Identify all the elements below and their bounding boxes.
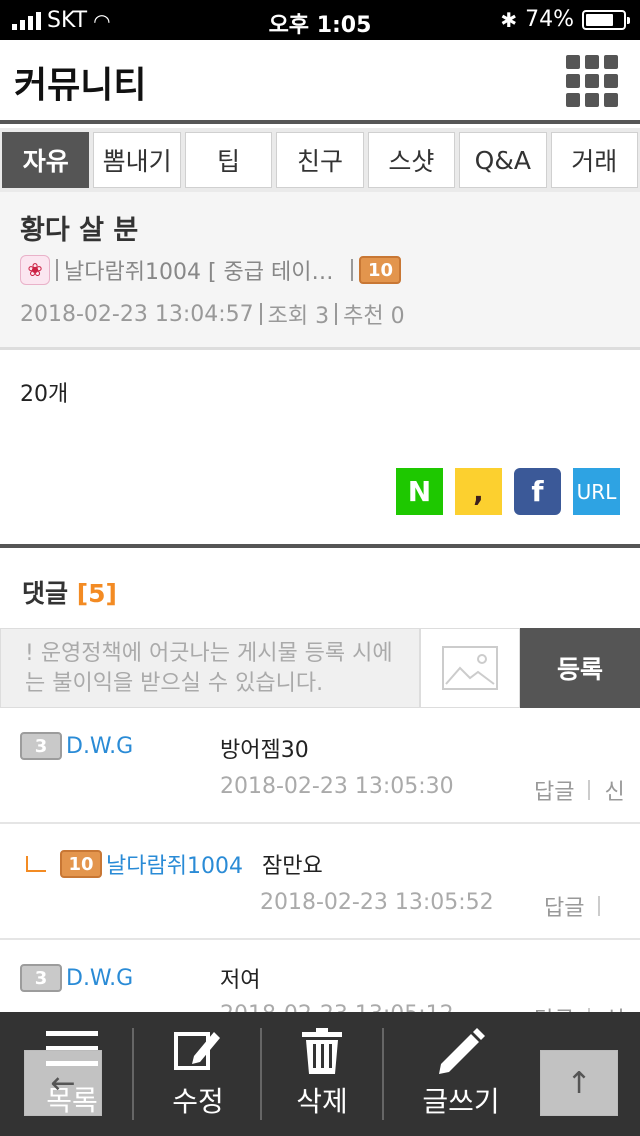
comments-label: 댓글 <box>22 579 69 608</box>
view-count: 조회 3 <box>267 304 330 329</box>
battery-percent: 74% <box>525 7 574 32</box>
write-button[interactable]: 글쓰기 <box>384 1012 538 1136</box>
comment-text: 잠만요 <box>262 854 323 879</box>
bottom-nav: 목록 수정 삭제 글쓰기 ← ↑ <box>0 1012 640 1136</box>
divider <box>588 780 591 800</box>
facebook-share-icon[interactable]: f <box>514 468 561 515</box>
comment-username[interactable]: D.W.G <box>66 734 133 759</box>
level-badge: 10 <box>60 850 102 878</box>
comment-user: 3 D.W.G <box>20 964 133 992</box>
reply-arrow-icon <box>26 856 46 872</box>
post-body: 20개 <box>20 382 69 407</box>
comment-actions: 답글 신 <box>534 774 625 806</box>
comment-input[interactable]: ! 운영정책에 어긋나는 게시물 등록 시에는 불이익을 받으실 수 있습니다. <box>0 628 420 708</box>
comment-item: 3 D.W.G 방어젬30 2018-02-23 13:05:30 답글 신 <box>0 708 640 824</box>
reply-button[interactable]: 답글 <box>534 774 574 806</box>
divider <box>351 259 354 281</box>
comment-text: 방어젬30 <box>220 738 309 763</box>
back-button[interactable]: ← <box>24 1050 102 1116</box>
tab-tips[interactable]: 팁 <box>184 132 273 188</box>
post-header: 황다 살 분 ❀ 날다람쥐1004 [ 중급 테이… 10 2018-02-23… <box>0 192 640 350</box>
comment-user: 3 D.W.G <box>20 732 133 760</box>
post-title: 황다 살 분 <box>20 215 139 246</box>
naver-share-icon[interactable]: N <box>396 468 443 515</box>
image-icon <box>442 646 498 690</box>
battery-icon <box>582 9 630 30</box>
author-row: ❀ 날다람쥐1004 [ 중급 테이… 10 <box>20 254 402 286</box>
level-badge: 3 <box>20 964 62 992</box>
edit-label: 수정 <box>172 1085 224 1118</box>
edit-button[interactable]: 수정 <box>136 1012 260 1136</box>
kakao-share-icon[interactable]: , <box>455 468 502 515</box>
app-header: 커뮤니티 <box>0 40 640 124</box>
comment-username[interactable]: D.W.G <box>66 966 133 991</box>
share-buttons: N , f URL <box>396 468 620 515</box>
status-bar: SKT ◠ 오후 1:05 ✱ 74% <box>0 0 640 40</box>
comment-form: ! 운영정책에 어긋나는 게시물 등록 시에는 불이익을 받으실 수 있습니다.… <box>0 628 640 708</box>
level-badge: 3 <box>20 732 62 760</box>
page-title: 커뮤니티 <box>14 65 147 106</box>
comment-date: 2018-02-23 13:05:30 <box>220 774 454 799</box>
report-button[interactable]: 신 <box>604 774 624 806</box>
bluetooth-icon: ✱ <box>500 7 518 32</box>
comment-text: 저여 <box>220 968 261 993</box>
trash-icon <box>302 1028 342 1074</box>
tab-trade[interactable]: 거래 <box>550 132 638 188</box>
tab-screenshots[interactable]: 스샷 <box>367 132 456 188</box>
author-name[interactable]: 날다람쥐1004 [ 중급 테이… <box>64 254 333 286</box>
scroll-top-button[interactable]: ↑ <box>540 1050 618 1116</box>
tab-showoff[interactable]: 뽐내기 <box>93 132 181 188</box>
delete-button[interactable]: 삭제 <box>262 1012 382 1136</box>
edit-icon <box>174 1032 220 1070</box>
comment-username[interactable]: 날다람쥐1004 <box>106 848 243 880</box>
tab-free[interactable]: 자유 <box>2 132 90 188</box>
section-divider <box>0 544 640 548</box>
tab-qna[interactable]: Q&A <box>459 132 547 188</box>
nav-divider <box>132 1028 134 1120</box>
tab-friends[interactable]: 친구 <box>276 132 364 188</box>
divider <box>335 303 338 325</box>
back-arrow-icon: ← <box>50 1065 76 1101</box>
delete-label: 삭제 <box>296 1085 348 1118</box>
post-meta: 2018-02-23 13:04:57 조회 3 추천 0 <box>20 298 405 330</box>
post-date: 2018-02-23 13:04:57 <box>20 301 254 327</box>
status-right: ✱ 74% <box>500 7 630 32</box>
divider <box>56 259 58 281</box>
comments-count: [5] <box>76 579 117 608</box>
category-tabs: 자유 뽐내기 팁 친구 스샷 Q&A 거래 <box>0 128 640 192</box>
comment-date: 2018-02-23 13:05:52 <box>260 890 494 915</box>
comments-title: 댓글 [5] <box>22 574 117 610</box>
image-attach-button[interactable] <box>420 628 520 708</box>
comment-user: 10 날다람쥐1004 <box>26 848 243 880</box>
pencil-icon <box>439 1028 485 1074</box>
level-badge: 10 <box>359 256 402 284</box>
url-share-icon[interactable]: URL <box>573 468 620 515</box>
battery-fill <box>586 13 613 26</box>
divider <box>598 896 601 916</box>
write-label: 글쓰기 <box>422 1085 500 1118</box>
avatar[interactable]: ❀ <box>20 255 50 285</box>
up-arrow-icon: ↑ <box>566 1065 592 1101</box>
comment-actions: 답글 <box>544 890 601 922</box>
like-count: 추천 0 <box>343 304 405 329</box>
comment-item: 10 날다람쥐1004 잠만요 2018-02-23 13:05:52 답글 <box>0 824 640 940</box>
submit-comment-button[interactable]: 등록 <box>520 628 640 708</box>
divider <box>259 303 262 325</box>
reply-button[interactable]: 답글 <box>544 890 584 922</box>
grid-menu-icon[interactable] <box>566 55 618 107</box>
